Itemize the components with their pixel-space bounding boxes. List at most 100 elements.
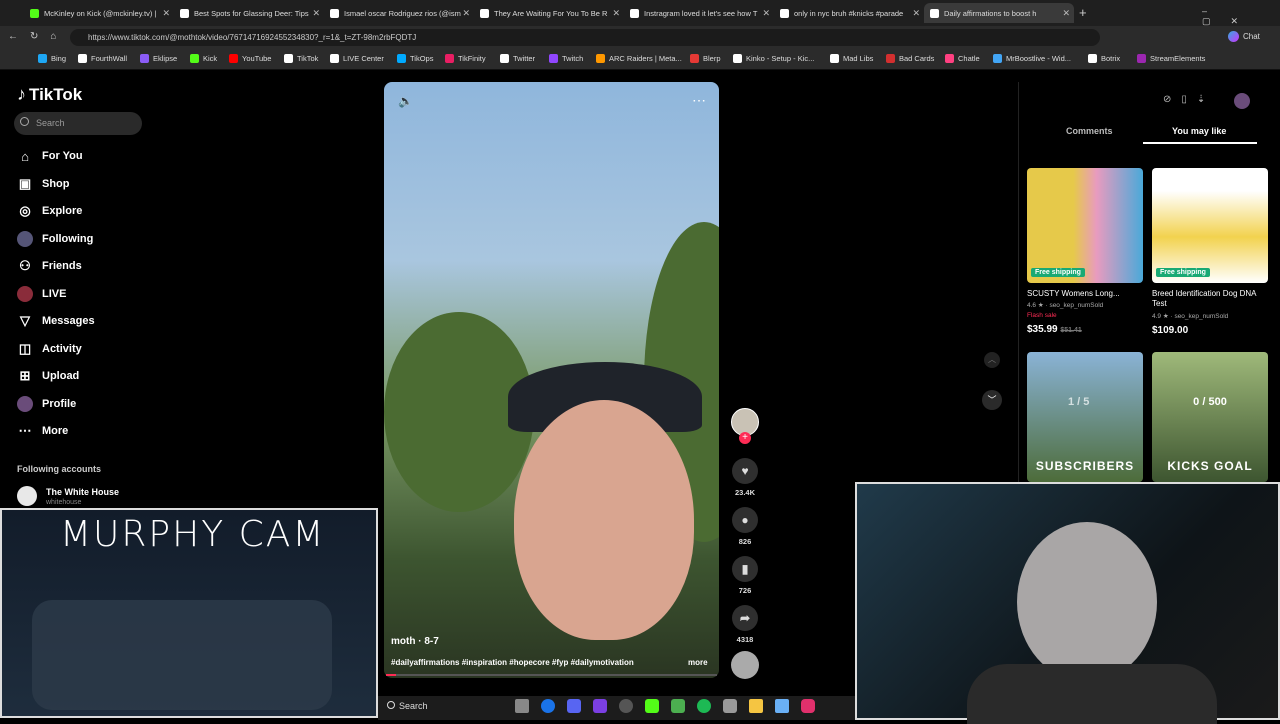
- app-icon[interactable]: [593, 699, 607, 713]
- tiktok-logo[interactable]: ♪ TikTok: [17, 84, 82, 105]
- browser-tab[interactable]: only in nyc bruh #knicks #parade ✕: [774, 3, 924, 23]
- free-shipping-badge: Free shipping: [1156, 268, 1210, 277]
- bookmark-item[interactable]: LIVE Center: [330, 54, 384, 63]
- nav-for-you[interactable]: ⌂ For You: [17, 148, 82, 164]
- nav-profile[interactable]: Profile: [17, 396, 76, 412]
- url-field[interactable]: https://www.tiktok.com/@mothtok/video/76…: [70, 29, 1100, 46]
- new-tab-button[interactable]: +: [1079, 5, 1087, 20]
- video-caption[interactable]: #dailyaffirmations #inspiration #hopecor…: [391, 658, 671, 667]
- close-icon[interactable]: ✕: [312, 8, 320, 19]
- bookmark-item[interactable]: TikTok: [284, 54, 318, 63]
- comment-button[interactable]: ● 826: [730, 507, 760, 546]
- messages-icon: ▽: [20, 313, 30, 328]
- browser-tab[interactable]: Instragram loved it let's see how T ✕: [624, 3, 774, 23]
- home-icon: ⌂: [21, 148, 29, 164]
- browser-tab[interactable]: They Are Waiting For You To Be R ✕: [474, 3, 624, 23]
- streamer-webcam: [855, 482, 1280, 724]
- folder-icon[interactable]: [749, 699, 763, 713]
- panel-tool-icons[interactable]: ⊘▯⇣: [1163, 94, 1215, 105]
- video-author[interactable]: moth · 8-7: [391, 636, 439, 647]
- bookmark-item[interactable]: Twitter: [500, 54, 535, 63]
- taskbar-apps[interactable]: [515, 699, 835, 715]
- bookmark-item[interactable]: YouTube: [229, 54, 271, 63]
- kick-icon[interactable]: [645, 699, 659, 713]
- share-button[interactable]: ➦ 4318: [730, 605, 760, 644]
- nav-upload[interactable]: ⊞ Upload: [17, 368, 80, 384]
- notepad-icon[interactable]: [775, 699, 789, 713]
- copilot-chat-button[interactable]: Chat: [1228, 31, 1260, 42]
- discord-icon[interactable]: [567, 699, 581, 713]
- close-icon[interactable]: ✕: [612, 8, 620, 19]
- video-options-icon[interactable]: ⋯: [692, 92, 706, 109]
- bookmark-item[interactable]: Chatle: [945, 54, 980, 63]
- app-icon[interactable]: [671, 699, 685, 713]
- obs-icon[interactable]: [619, 699, 633, 713]
- close-icon[interactable]: ✕: [912, 8, 920, 19]
- sound-disc-icon[interactable]: [731, 651, 759, 679]
- product-card[interactable]: Free shipping Breed Identification Dog D…: [1152, 168, 1268, 336]
- nav-buttons[interactable]: ←↻⌂: [8, 31, 68, 42]
- bookmark-item[interactable]: Bing: [38, 54, 66, 63]
- nav-messages[interactable]: ▽ Messages: [17, 313, 95, 329]
- copilot-icon: [1228, 31, 1239, 42]
- like-button[interactable]: ♥ 23.4K: [730, 458, 760, 497]
- tab-comments[interactable]: Comments: [1066, 126, 1113, 136]
- whitehouse-avatar[interactable]: [17, 486, 37, 506]
- bookmark-item[interactable]: Kinko - Setup - Kic...: [733, 54, 814, 63]
- nav-activity[interactable]: ◫ Activity: [17, 341, 82, 357]
- bookmark-item[interactable]: Twitch: [549, 54, 583, 63]
- chevron-up-icon[interactable]: ︿: [984, 352, 1000, 368]
- bookmark-item[interactable]: Mad Libs: [830, 54, 873, 63]
- browser-tab-active[interactable]: Daily affirmations to boost h ✕: [924, 3, 1074, 23]
- murphy-cam-title: MURPHY CAM: [60, 514, 326, 555]
- bookmark-item[interactable]: ARC Raiders | Meta...: [596, 54, 682, 63]
- edge-icon[interactable]: [541, 699, 555, 713]
- close-icon[interactable]: ✕: [762, 8, 770, 19]
- spotify-icon[interactable]: [697, 699, 711, 713]
- user-avatar[interactable]: [1234, 93, 1250, 109]
- search-icon: [387, 701, 395, 709]
- browser-tab[interactable]: Ismael oscar Rodriguez rios (@ism ✕: [324, 3, 474, 23]
- shop-icon: ▣: [18, 176, 32, 191]
- window-controls[interactable]: –▢✕: [1202, 6, 1280, 27]
- nav-more[interactable]: ⋯ More: [17, 423, 69, 439]
- video-progress-fill: [386, 674, 396, 676]
- bookmark-item[interactable]: Blerp: [690, 54, 721, 63]
- chevron-down-icon[interactable]: ﹀: [982, 390, 1002, 410]
- nav-following[interactable]: Following: [17, 231, 93, 247]
- caption-more-link[interactable]: more: [688, 658, 708, 667]
- settings-icon[interactable]: [723, 699, 737, 713]
- taskview-icon[interactable]: [515, 699, 529, 713]
- product-card[interactable]: Free shipping SCUSTY Womens Long... 4.6 …: [1027, 168, 1143, 335]
- bookmark-item[interactable]: Bad Cards: [886, 54, 934, 63]
- bookmark-item[interactable]: TikFinity: [445, 54, 486, 63]
- nav-live[interactable]: LIVE: [17, 286, 66, 302]
- avatar-icon: [17, 231, 33, 247]
- browser-tab[interactable]: Best Spots for Glassing Deer: Tips ✕: [174, 3, 324, 23]
- profile-avatar-icon: [17, 396, 33, 412]
- nav-shop[interactable]: ▣ Shop: [17, 176, 70, 192]
- bookmark-item[interactable]: TikOps: [397, 54, 433, 63]
- bookmark-item[interactable]: StreamElements: [1137, 54, 1205, 63]
- instagram-icon[interactable]: [801, 699, 815, 713]
- bookmark-item[interactable]: Kick: [190, 54, 217, 63]
- nav-explore[interactable]: ◎ Explore: [17, 203, 82, 219]
- bookmark-item[interactable]: Botrix: [1088, 54, 1120, 63]
- save-button[interactable]: ▮ 726: [730, 556, 760, 595]
- bookmark-item[interactable]: FourthWall: [78, 54, 127, 63]
- tiktok-icon: [780, 8, 789, 18]
- browser-tab[interactable]: McKinley on Kick (@mckinley.tv) | ✕: [24, 3, 174, 23]
- close-icon[interactable]: ✕: [1062, 8, 1070, 19]
- nav-friends[interactable]: ⚇ Friends: [17, 258, 82, 274]
- search-input[interactable]: Search: [14, 112, 142, 135]
- bookmark-item[interactable]: MrBoostlive - Wid...: [993, 54, 1071, 63]
- taskbar-search[interactable]: Search: [387, 701, 428, 711]
- volume-icon[interactable]: 🔈: [398, 94, 413, 108]
- video-progress-bar[interactable]: [386, 674, 717, 676]
- tab-you-may-like[interactable]: You may like: [1172, 126, 1226, 136]
- close-icon[interactable]: ✕: [162, 8, 170, 19]
- following-account-name[interactable]: The White House: [46, 487, 119, 497]
- bookmark-item[interactable]: Eklipse: [140, 54, 177, 63]
- follow-plus-icon[interactable]: +: [739, 432, 751, 444]
- close-icon[interactable]: ✕: [462, 8, 470, 19]
